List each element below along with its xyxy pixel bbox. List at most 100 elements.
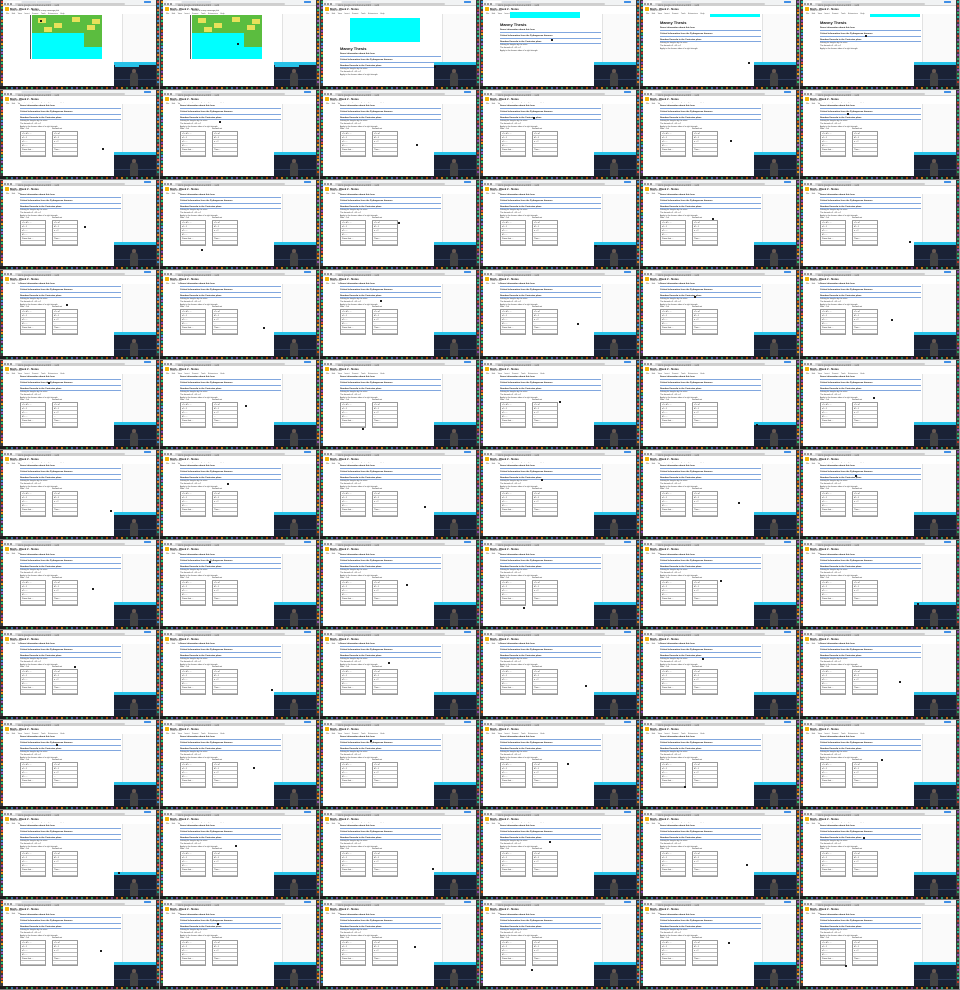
side-dock-icon[interactable] [156,541,159,543]
taskbar-app-icon[interactable] [176,176,178,179]
taskbar-app-icon[interactable] [421,536,423,539]
taskbar-app-icon[interactable] [16,176,18,179]
taskbar-app-icon[interactable] [836,176,838,179]
side-dock-icon[interactable] [956,77,959,79]
taskbar-app-icon[interactable] [91,266,93,269]
taskbar-app-icon[interactable] [361,536,363,539]
taskbar-app-icon[interactable] [501,356,503,359]
side-dock-icon[interactable] [316,454,319,457]
link-line[interactable] [20,119,121,121]
side-dock-icon[interactable] [796,245,799,248]
table-left[interactable]: c² = b² + ... a² + 1 a² + ... b² + ... Prove… [820,220,846,247]
taskbar-app-icon[interactable] [46,266,48,269]
dock-app-icon[interactable] [800,531,803,533]
dock-app-icon[interactable] [160,193,163,196]
dock-app-icon[interactable] [640,531,643,533]
dock-app-icon[interactable] [640,331,643,334]
table-left[interactable]: c² = b² + ... a² + 1 a² + ... b² + ... Prove… [340,220,366,247]
table-left[interactable]: c² = b² + ... a² + 1 a² + ... b² + ... Prove… [20,131,46,158]
dock-app-icon[interactable] [640,370,643,373]
dock-app-icon[interactable] [320,277,323,280]
side-dock-icon[interactable] [796,91,799,93]
dock-app-icon[interactable] [800,190,803,193]
taskbar-app-icon[interactable] [671,266,673,269]
dock-app-icon[interactable] [0,460,3,463]
taskbar-app-icon[interactable] [121,266,123,269]
dock-app-icon[interactable] [160,380,163,383]
side-dock-icon[interactable] [636,421,639,424]
dock-app-icon[interactable] [320,531,323,533]
taskbar-app-icon[interactable] [626,176,628,179]
side-dock-icon[interactable] [796,188,799,191]
taskbar-app-icon[interactable] [301,536,303,539]
dock-app-icon[interactable] [320,492,323,495]
taskbar-app-icon[interactable] [31,536,33,539]
taskbar-app-icon[interactable] [776,356,778,359]
taskbar-app-icon[interactable] [921,446,923,449]
taskbar-app-icon[interactable] [491,86,493,89]
side-dock-icon[interactable] [636,504,639,507]
dock-app-icon[interactable] [160,386,163,389]
dock-app-icon[interactable] [0,463,3,466]
dock-app-icon[interactable] [320,479,323,482]
dock-app-icon[interactable] [640,521,643,524]
taskbar-app-icon[interactable] [516,536,518,539]
table-right[interactable]: c² = a² b² + 1a + 2... Then ...... [212,309,238,336]
taskbar-app-icon[interactable] [576,536,578,539]
taskbar-app-icon[interactable] [511,356,513,359]
taskbar-app-icon[interactable] [456,176,458,179]
dock-app-icon[interactable] [160,312,163,315]
dock-app-icon[interactable] [800,347,803,350]
dock-app-icon[interactable] [640,241,643,244]
taskbar-app-icon[interactable] [741,266,743,269]
side-dock-icon[interactable] [476,234,479,237]
dock-app-icon[interactable] [800,521,803,524]
taskbar-app-icon[interactable] [676,356,678,359]
link-line[interactable] [500,467,601,469]
side-dock-icon[interactable] [316,458,319,461]
taskbar-app-icon[interactable] [526,356,528,359]
taskbar-app-icon[interactable] [666,266,668,269]
table-right[interactable]: c² = a² b² + 1a + 2... Then ...... [52,220,78,247]
link-line[interactable] [180,196,281,198]
dock-app-icon[interactable] [480,402,483,405]
side-dock-icon[interactable] [956,350,959,353]
side-dock-icon[interactable] [476,391,479,394]
link-line[interactable] [340,297,441,299]
table-right[interactable]: c² = a² b² + 1a + 2... Then ...... [532,131,558,158]
side-dock-icon[interactable] [796,8,799,11]
side-dock-icon[interactable] [956,148,959,150]
dock-app-icon[interactable] [800,418,803,421]
doc-page[interactable]: Some information about this here Critical… [340,374,441,446]
side-dock-icon[interactable] [796,421,799,424]
side-dock-icon[interactable] [796,196,799,199]
taskbar-app-icon[interactable] [296,446,298,449]
dock-app-icon[interactable] [320,467,323,469]
dock-app-icon[interactable] [800,222,803,225]
side-dock-icon[interactable] [956,335,959,338]
dock-app-icon[interactable] [160,486,163,489]
dock-app-icon[interactable] [160,145,163,148]
taskbar-app-icon[interactable] [391,356,393,359]
dock-app-icon[interactable] [0,598,3,601]
dock-app-icon[interactable] [640,52,643,55]
side-dock-icon[interactable] [316,305,319,308]
dock-app-icon[interactable] [800,39,803,42]
taskbar-app-icon[interactable] [911,86,913,89]
side-dock-icon[interactable] [156,222,159,225]
side-dock-icon[interactable] [636,361,639,363]
side-dock-icon[interactable] [156,226,159,229]
taskbar-app-icon[interactable] [546,446,548,449]
dock-app-icon[interactable] [480,49,483,51]
dock-app-icon[interactable] [0,222,3,225]
side-dock-icon[interactable] [636,94,639,97]
back-icon[interactable] [164,183,166,185]
doc-page[interactable]: Some information about this here Critical… [660,374,761,446]
dock-app-icon[interactable] [160,399,163,402]
taskbar-app-icon[interactable] [101,86,103,89]
forward-icon[interactable] [807,273,809,275]
taskbar-app-icon[interactable] [516,176,518,179]
side-dock-icon[interactable] [316,35,319,38]
table-cell[interactable]: ... [181,423,205,428]
taskbar-app-icon[interactable] [336,356,338,359]
